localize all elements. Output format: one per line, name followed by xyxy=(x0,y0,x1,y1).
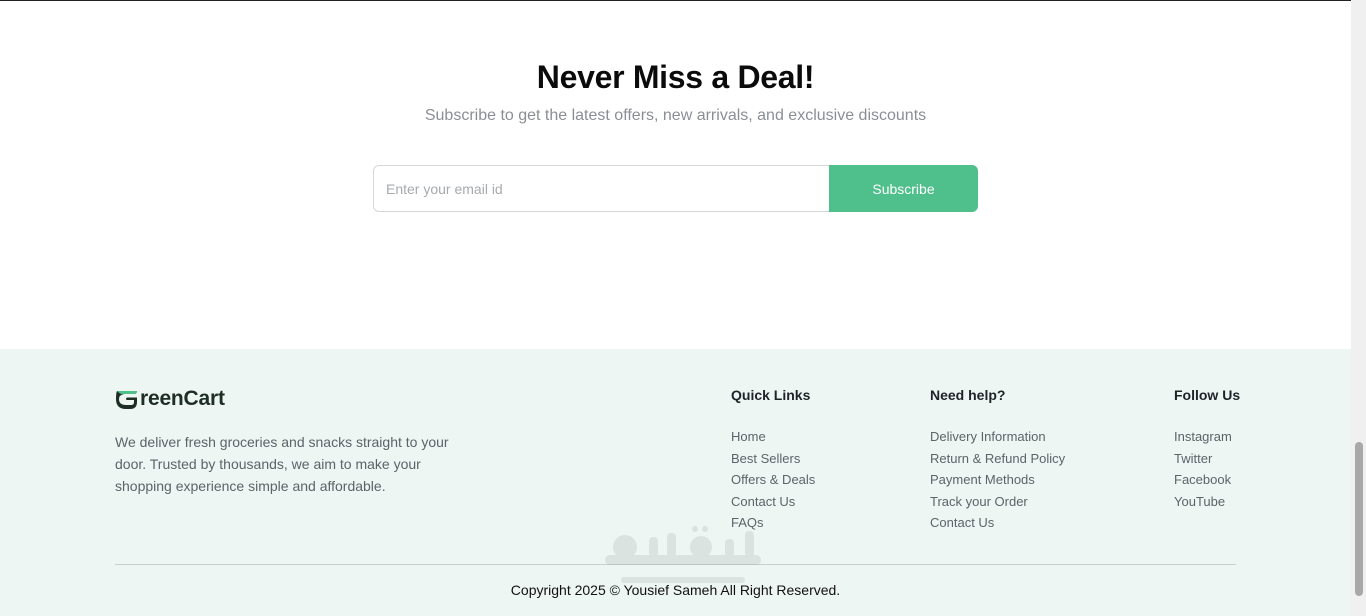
footer-link-track-order[interactable]: Track your Order xyxy=(930,491,1065,513)
footer-link-twitter[interactable]: Twitter xyxy=(1174,448,1240,470)
footer-link-contact-us[interactable]: Contact Us xyxy=(731,491,815,513)
footer-link-home[interactable]: Home xyxy=(731,426,815,448)
footer-link-delivery-information[interactable]: Delivery Information xyxy=(930,426,1065,448)
site-footer: reenCart We deliver fresh groceries and … xyxy=(0,349,1351,616)
copyright-text: Copyright 2025 © Yousief Sameh All Right… xyxy=(510,582,841,598)
greencart-logo[interactable]: reenCart xyxy=(115,387,225,411)
logo-text: reenCart xyxy=(140,387,225,410)
footer-link-payment-methods[interactable]: Payment Methods xyxy=(930,469,1065,491)
quick-links-heading: Quick Links xyxy=(731,387,811,403)
footer-link-best-sellers[interactable]: Best Sellers xyxy=(731,448,815,470)
newsletter-title: Never Miss a Deal! xyxy=(536,59,815,95)
subscribe-button[interactable]: Subscribe xyxy=(829,165,978,212)
footer-link-youtube[interactable]: YouTube xyxy=(1174,491,1240,513)
newsletter-section: Never Miss a Deal! Subscribe to get the … xyxy=(0,1,1351,349)
quick-links-column: Quick Links Home Best Sellers Offers & D… xyxy=(731,387,815,534)
email-input[interactable] xyxy=(373,165,829,212)
footer-link-help-contact-us[interactable]: Contact Us xyxy=(930,512,1065,534)
follow-us-column: Follow Us Instagram Twitter Facebook You… xyxy=(1174,387,1240,512)
page-scrollbar[interactable] xyxy=(1351,0,1366,616)
footer-link-facebook[interactable]: Facebook xyxy=(1174,469,1240,491)
subscribe-form: Subscribe xyxy=(373,165,978,212)
footer-description: We deliver fresh groceries and snacks st… xyxy=(115,434,449,494)
newsletter-subtitle: Subscribe to get the latest offers, new … xyxy=(424,107,927,124)
footer-link-instagram[interactable]: Instagram xyxy=(1174,426,1240,448)
greencart-logo-icon xyxy=(116,391,137,409)
scrollbar-thumb[interactable] xyxy=(1355,442,1363,596)
footer-link-return-refund-policy[interactable]: Return & Refund Policy xyxy=(930,448,1065,470)
need-help-heading: Need help? xyxy=(930,387,1006,403)
follow-us-heading: Follow Us xyxy=(1174,387,1241,403)
need-help-column: Need help? Delivery Information Return &… xyxy=(930,387,1065,534)
footer-link-offers-deals[interactable]: Offers & Deals xyxy=(731,469,815,491)
